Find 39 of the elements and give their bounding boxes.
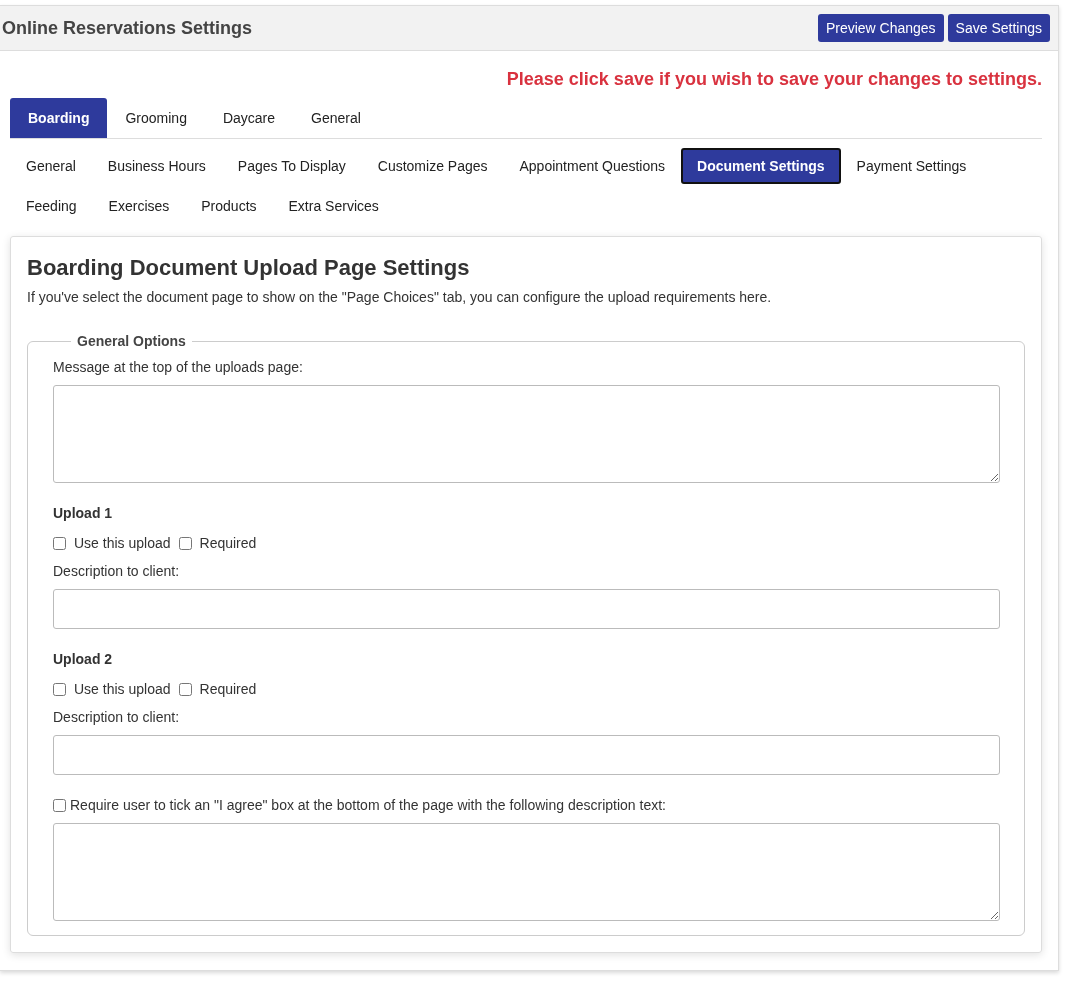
upload-heading: Upload 1 <box>53 505 114 521</box>
save-notice: Please click save if you wish to save your changes to settings. <box>505 68 1043 90</box>
settings-tab[interactable]: Customize Pages <box>361 148 504 184</box>
settings-tab[interactable]: Pages To Display <box>221 148 362 184</box>
settings-tab[interactable]: Exercises <box>92 188 186 224</box>
checkbox-label: Use this upload <box>74 535 171 551</box>
fieldset-legend: General Options <box>71 333 192 349</box>
save-settings-button[interactable]: Save Settings <box>947 14 1050 42</box>
field-label: Message at the top of the uploads page: <box>53 359 304 375</box>
description-input[interactable] <box>53 589 1000 629</box>
category-tab[interactable]: Daycare <box>204 98 294 138</box>
field-label: Description to client: <box>53 563 181 579</box>
settings-tab[interactable]: Extra Services <box>272 188 395 224</box>
preview-changes-button[interactable]: Preview Changes <box>817 14 944 42</box>
field-label: Description to client: <box>53 709 181 725</box>
checkbox-label: Use this upload <box>74 681 171 697</box>
use-upload-checkbox[interactable] <box>53 536 66 550</box>
category-tab[interactable]: Boarding <box>10 98 108 138</box>
settings-tab[interactable]: Feeding <box>10 188 93 224</box>
checkbox-label: Required <box>199 681 257 697</box>
settings-tab[interactable]: Products <box>185 188 273 224</box>
checkbox-label: Required <box>199 535 257 551</box>
description-input[interactable] <box>53 735 1000 775</box>
settings-tab[interactable]: Appointment Questions <box>503 148 682 184</box>
section-description: If you've select the document page to show on the "Page Choices" tab, you can configure the upload requirements here. <box>27 289 773 305</box>
required-checkbox[interactable] <box>178 682 192 696</box>
checkbox-label: Require user to tick an "I agree" box at the bottom of the page with the following description text: <box>70 797 666 813</box>
category-tab[interactable]: Grooming <box>107 98 205 138</box>
section-title: Boarding Document Upload Page Settings <box>27 255 471 281</box>
use-upload-checkbox[interactable] <box>53 682 66 696</box>
settings-tab[interactable]: Payment Settings <box>840 148 983 184</box>
agree-checkbox[interactable] <box>53 798 66 812</box>
page-title: Online Reservations Settings <box>2 17 253 39</box>
upload-heading: Upload 2 <box>53 651 114 667</box>
settings-tab[interactable]: Business Hours <box>91 148 222 184</box>
settings-tab[interactable]: General <box>10 148 92 184</box>
settings-tab[interactable]: Document Settings <box>681 148 841 184</box>
required-checkbox[interactable] <box>178 536 192 550</box>
category-tab[interactable]: General <box>293 98 379 138</box>
